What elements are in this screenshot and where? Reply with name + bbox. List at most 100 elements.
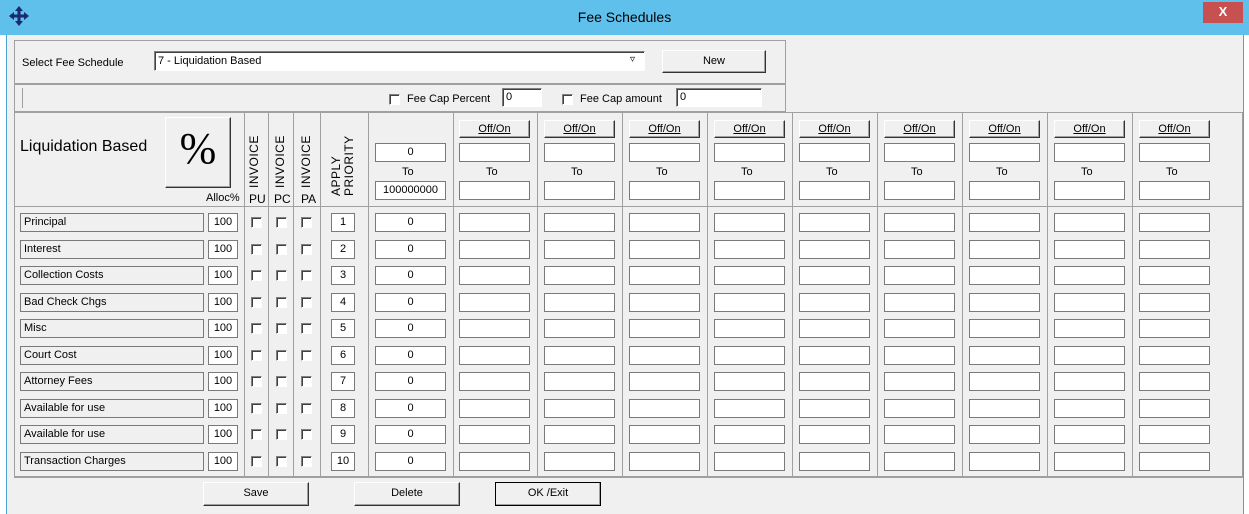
tier-value-input[interactable] — [969, 266, 1040, 285]
chevron-down-icon[interactable]: ▿ — [630, 54, 635, 65]
tier-toggle-button[interactable]: Off/On — [1054, 120, 1125, 138]
tier-value-input[interactable] — [884, 293, 955, 312]
tier-value-input[interactable] — [969, 213, 1040, 232]
tier-value-input[interactable] — [1054, 372, 1125, 391]
tier1-value-input[interactable]: 0 — [375, 346, 446, 365]
tier1-from-input[interactable]: 0 — [375, 143, 446, 162]
pa-checkbox[interactable] — [301, 217, 312, 228]
tier-value-input[interactable] — [799, 293, 870, 312]
tier-value-input[interactable] — [969, 240, 1040, 259]
pa-checkbox[interactable] — [301, 403, 312, 414]
tier-value-input[interactable] — [629, 452, 700, 471]
priority-input[interactable]: 4 — [331, 293, 355, 312]
tier-value-input[interactable] — [459, 240, 530, 259]
tier-value-input[interactable] — [1054, 399, 1125, 418]
tier-toggle-button[interactable]: Off/On — [544, 120, 615, 138]
tier-value-input[interactable] — [1054, 346, 1125, 365]
tier-to-input[interactable] — [1054, 181, 1125, 200]
tier-to-input[interactable] — [629, 181, 700, 200]
tier-value-input[interactable] — [799, 425, 870, 444]
pu-checkbox[interactable] — [251, 297, 262, 308]
pu-checkbox[interactable] — [251, 217, 262, 228]
alloc-input[interactable]: 100 — [208, 346, 238, 365]
tier-value-input[interactable] — [459, 293, 530, 312]
tier-value-input[interactable] — [544, 266, 615, 285]
alloc-input[interactable]: 100 — [208, 213, 238, 232]
pc-checkbox[interactable] — [276, 217, 287, 228]
tier-from-input[interactable] — [714, 143, 785, 162]
pu-checkbox[interactable] — [251, 403, 262, 414]
fee-cap-amount-input[interactable]: 0 — [676, 88, 762, 107]
tier1-value-input[interactable]: 0 — [375, 213, 446, 232]
alloc-input[interactable]: 100 — [208, 399, 238, 418]
percent-button[interactable]: % — [165, 117, 231, 188]
tier-from-input[interactable] — [459, 143, 530, 162]
tier-value-input[interactable] — [1139, 346, 1210, 365]
priority-input[interactable]: 1 — [331, 213, 355, 232]
tier-value-input[interactable] — [629, 372, 700, 391]
pa-checkbox[interactable] — [301, 376, 312, 387]
tier1-to-input[interactable]: 100000000 — [375, 181, 446, 200]
alloc-input[interactable]: 100 — [208, 425, 238, 444]
pa-checkbox[interactable] — [301, 297, 312, 308]
pc-checkbox[interactable] — [276, 244, 287, 255]
ok-exit-button[interactable]: OK /Exit — [495, 482, 601, 506]
tier1-value-input[interactable]: 0 — [375, 425, 446, 444]
pa-checkbox[interactable] — [301, 456, 312, 467]
tier-value-input[interactable] — [1054, 240, 1125, 259]
tier-from-input[interactable] — [884, 143, 955, 162]
pc-checkbox[interactable] — [276, 403, 287, 414]
tier-value-input[interactable] — [799, 213, 870, 232]
tier-value-input[interactable] — [459, 213, 530, 232]
pa-checkbox[interactable] — [301, 350, 312, 361]
tier1-value-input[interactable]: 0 — [375, 452, 446, 471]
priority-input[interactable]: 8 — [331, 399, 355, 418]
priority-input[interactable]: 7 — [331, 372, 355, 391]
tier-value-input[interactable] — [459, 452, 530, 471]
tier-toggle-button[interactable]: Off/On — [629, 120, 700, 138]
tier-value-input[interactable] — [544, 346, 615, 365]
tier-value-input[interactable] — [884, 346, 955, 365]
tier-value-input[interactable] — [1054, 293, 1125, 312]
tier-value-input[interactable] — [459, 425, 530, 444]
pa-checkbox[interactable] — [301, 244, 312, 255]
tier-to-input[interactable] — [884, 181, 955, 200]
tier-value-input[interactable] — [629, 399, 700, 418]
tier-value-input[interactable] — [544, 319, 615, 338]
tier-to-input[interactable] — [969, 181, 1040, 200]
tier-value-input[interactable] — [969, 346, 1040, 365]
tier-value-input[interactable] — [1139, 240, 1210, 259]
delete-button[interactable]: Delete — [354, 482, 460, 506]
tier-value-input[interactable] — [714, 213, 785, 232]
tier-toggle-button[interactable]: Off/On — [714, 120, 785, 138]
tier-value-input[interactable] — [629, 293, 700, 312]
tier-value-input[interactable] — [969, 319, 1040, 338]
tier-from-input[interactable] — [1054, 143, 1125, 162]
pa-checkbox[interactable] — [301, 323, 312, 334]
tier-value-input[interactable] — [629, 346, 700, 365]
pu-checkbox[interactable] — [251, 376, 262, 387]
pu-checkbox[interactable] — [251, 244, 262, 255]
tier-value-input[interactable] — [1054, 452, 1125, 471]
tier-value-input[interactable] — [969, 425, 1040, 444]
tier-value-input[interactable] — [884, 240, 955, 259]
tier-toggle-button[interactable]: Off/On — [1139, 120, 1210, 138]
tier-value-input[interactable] — [714, 372, 785, 391]
tier-value-input[interactable] — [459, 346, 530, 365]
tier-value-input[interactable] — [1139, 425, 1210, 444]
tier-value-input[interactable] — [969, 452, 1040, 471]
tier-to-input[interactable] — [1139, 181, 1210, 200]
tier-from-input[interactable] — [629, 143, 700, 162]
tier-value-input[interactable] — [884, 372, 955, 391]
tier-value-input[interactable] — [459, 399, 530, 418]
tier-toggle-button[interactable]: Off/On — [799, 120, 870, 138]
tier-value-input[interactable] — [714, 293, 785, 312]
tier-toggle-button[interactable]: Off/On — [969, 120, 1040, 138]
tier-value-input[interactable] — [544, 425, 615, 444]
pc-checkbox[interactable] — [276, 456, 287, 467]
tier-value-input[interactable] — [884, 425, 955, 444]
tier-value-input[interactable] — [969, 293, 1040, 312]
tier-value-input[interactable] — [629, 213, 700, 232]
pc-checkbox[interactable] — [276, 323, 287, 334]
tier-value-input[interactable] — [714, 346, 785, 365]
